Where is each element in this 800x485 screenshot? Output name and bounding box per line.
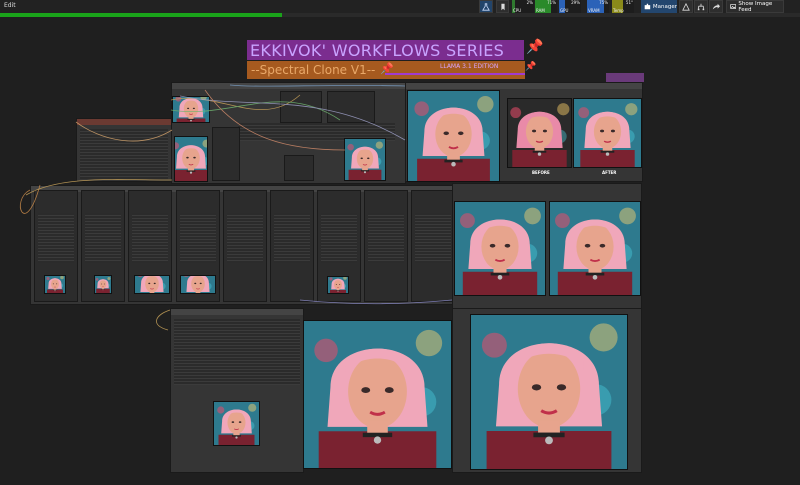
monitor-vram: VRAM 75% (587, 0, 609, 13)
batch-thumb-4[interactable] (180, 275, 216, 294)
node-header (406, 83, 642, 89)
share-button[interactable] (709, 0, 723, 13)
show-image-feed-label: Show Image Feed (738, 0, 773, 13)
before-image[interactable] (507, 98, 572, 168)
node-widgets (227, 213, 263, 263)
pin-icon: 📌 (525, 62, 537, 72)
manager-button[interactable]: Manager (641, 0, 677, 13)
workflow-title-note[interactable]: EKKIVOK' WORKFLOWS SERIES (247, 40, 524, 60)
monitor-gpu: GPU 29% (559, 0, 581, 13)
monitor-label: GPU (560, 8, 569, 13)
monitor-ram: RAM 71% (535, 0, 557, 13)
monitor-label: RAM (536, 8, 545, 13)
batch-thumb-1[interactable] (44, 275, 66, 294)
node-loader-panel[interactable] (76, 118, 172, 182)
pin-icon: 📌 (526, 39, 544, 55)
node-widgets (415, 213, 451, 263)
result-image-2[interactable] (549, 201, 641, 296)
node-small[interactable] (327, 91, 375, 123)
final-portrait-2[interactable] (470, 314, 628, 470)
monitor-value: 51° (625, 0, 633, 5)
batch-thumb-3[interactable] (134, 275, 170, 294)
models-button[interactable] (679, 0, 693, 13)
share-arrow-icon (712, 3, 720, 9)
node-widgets (85, 213, 121, 263)
node-small[interactable] (280, 91, 322, 123)
image-feed-icon (730, 4, 737, 9)
node-header (77, 119, 171, 125)
after-image[interactable] (573, 98, 642, 168)
bookmark-button[interactable] (496, 0, 509, 13)
menu-edit[interactable]: Edit (4, 2, 16, 9)
node-widgets (321, 213, 357, 263)
flask-icon (482, 2, 490, 11)
generated-portrait[interactable] (407, 90, 500, 182)
edition-tag: LLAMA 3.1 EDITION (440, 63, 499, 70)
cropped-face[interactable] (213, 401, 260, 446)
monitor-value: 75% (599, 0, 608, 5)
node-widgets (180, 213, 216, 263)
batch-node[interactable] (364, 190, 408, 302)
node-library-button[interactable] (479, 0, 493, 13)
monitor-value: 71% (547, 0, 556, 5)
node-widgets (38, 213, 74, 263)
queue-progress-fill (0, 13, 283, 17)
node-widgets (174, 319, 300, 385)
monitor-value: 2% (526, 0, 533, 5)
bookmark-icon (500, 3, 505, 10)
monitor-label: VRAM (588, 8, 600, 13)
batch-node[interactable] (223, 190, 267, 302)
group-header-purple (606, 73, 644, 82)
workflow-title: EKKIVOK' WORKFLOWS SERIES (250, 40, 505, 60)
monitor-label: Temp (613, 8, 624, 13)
after-label: AFTER (602, 170, 617, 175)
pin-icon: 📌 (380, 62, 394, 75)
manager-label: Manager (652, 3, 677, 10)
input-photo-2[interactable] (174, 136, 208, 182)
sitemap-icon (697, 3, 705, 10)
before-label: BEFORE (532, 170, 550, 175)
batch-thumb-5[interactable] (327, 276, 349, 294)
monitor-cpu: CPU 2% (512, 0, 534, 13)
monitor-label: CPU (513, 8, 522, 13)
queue-progress-track (0, 13, 800, 17)
result-image-1[interactable] (454, 201, 546, 296)
preview-photo[interactable] (344, 138, 386, 181)
workflow-subtitle: --Spectral Clone V1-- (251, 63, 376, 77)
node-small[interactable] (284, 155, 314, 181)
show-image-feed-button[interactable]: Show Image Feed (726, 0, 784, 13)
node-header (171, 309, 303, 315)
triangle-icon (682, 2, 690, 11)
batch-thumb-2[interactable] (94, 275, 112, 294)
puzzle-icon (644, 3, 651, 10)
monitor-value: 29% (571, 0, 580, 5)
node-widgets (132, 213, 168, 263)
batch-node[interactable] (411, 190, 455, 302)
subtitle-underline (385, 73, 525, 75)
input-photo[interactable] (172, 96, 210, 123)
nodes-map-button[interactable] (694, 0, 708, 13)
node-small[interactable] (212, 127, 240, 181)
node-widgets (274, 213, 310, 263)
batch-node[interactable] (270, 190, 314, 302)
node-widgets (80, 129, 168, 179)
monitor-temp: Temp 51° (612, 0, 634, 13)
node-widgets (368, 213, 404, 263)
node-group-crop[interactable] (170, 308, 304, 473)
final-portrait-1[interactable] (303, 320, 452, 469)
node-header (172, 83, 405, 89)
